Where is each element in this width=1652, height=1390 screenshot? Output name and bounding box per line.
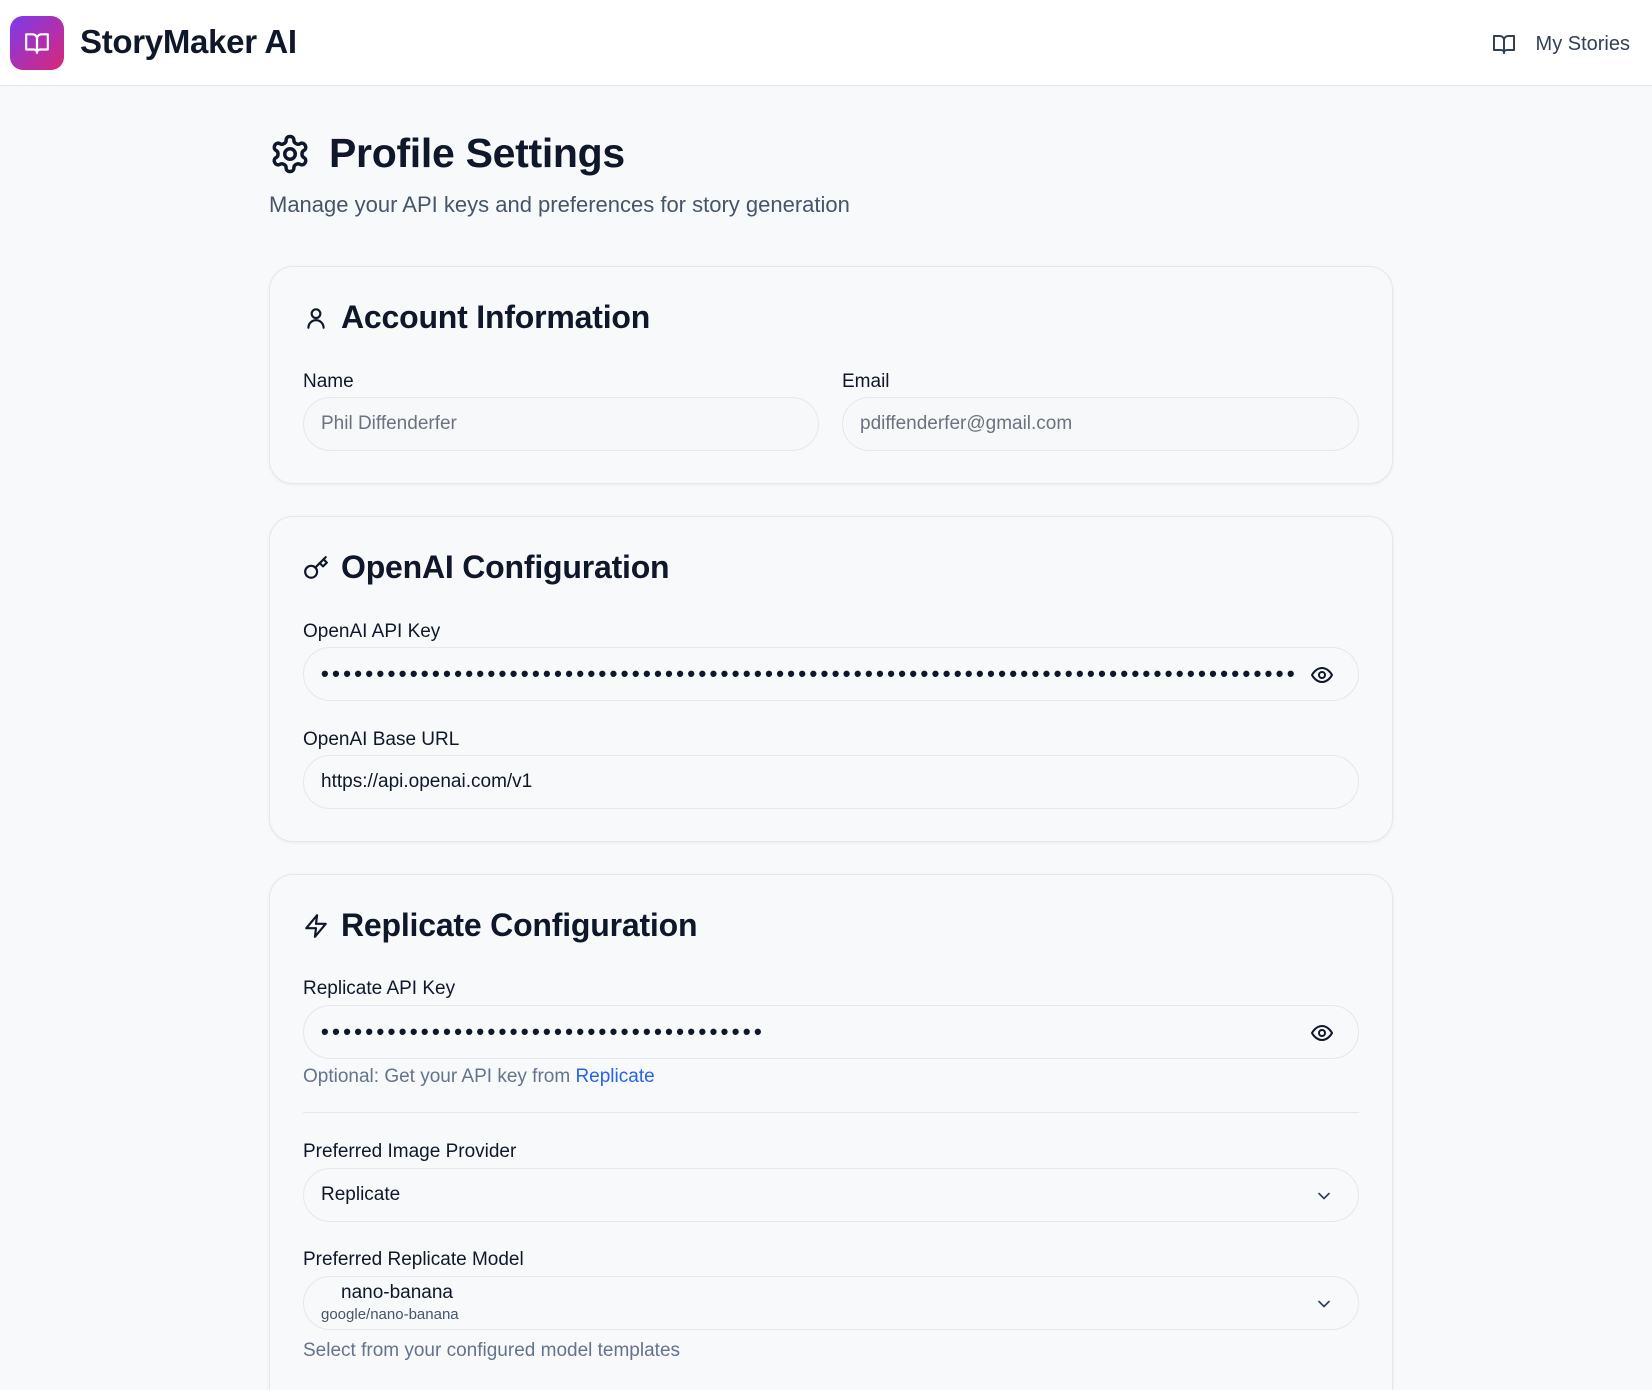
replicate-api-key-label: Replicate API Key xyxy=(303,978,456,999)
openai-api-key-input[interactable]: ••••••••••••••••••••••••••••••••••••••••… xyxy=(303,647,1359,701)
replicate-model-select[interactable]: nano-banana google/nano-banana xyxy=(303,1276,1359,1330)
openai-card: OpenAI Configuration OpenAI API Key ••••… xyxy=(269,516,1393,842)
zap-icon xyxy=(305,913,327,938)
eye-icon[interactable] xyxy=(1310,663,1334,687)
eye-icon[interactable] xyxy=(1310,1021,1334,1045)
key-icon xyxy=(304,555,328,579)
user-icon xyxy=(307,307,325,329)
replicate-api-key-input[interactable]: •••••••••••••••••••••••••••••••••••••••• xyxy=(303,1005,1359,1059)
replicate-card: Replicate Configuration Replicate API Ke… xyxy=(269,874,1393,1390)
openai-api-key-value: ••••••••••••••••••••••••••••••••••••••••… xyxy=(321,661,1298,686)
replicate-model-id: google/nano-banana xyxy=(321,1306,459,1323)
gear-icon xyxy=(272,134,308,173)
openai-card-title: OpenAI Configuration xyxy=(341,549,670,585)
my-stories-label: My Stories xyxy=(1535,32,1630,55)
replicate-model-hint: Select from your configured model templa… xyxy=(303,1340,681,1361)
openai-base-url-input[interactable]: https://api.openai.com/v1 xyxy=(303,755,1359,809)
openai-api-key-label: OpenAI API Key xyxy=(303,621,441,642)
account-card-title: Account Information xyxy=(341,299,651,335)
replicate-model-label: Preferred Replicate Model xyxy=(303,1249,524,1270)
chevron-down-icon xyxy=(1318,1300,1330,1308)
image-provider-label: Preferred Image Provider xyxy=(303,1141,517,1162)
section-divider xyxy=(303,1112,1359,1113)
openai-base-url-label: OpenAI Base URL xyxy=(303,729,460,750)
email-field[interactable]: pdiffenderfer@gmail.com xyxy=(842,397,1359,451)
replicate-api-key-value: •••••••••••••••••••••••••••••••••••••••• xyxy=(321,1019,766,1044)
app-title[interactable]: StoryMaker AI xyxy=(80,23,297,61)
openai-base-url-value: https://api.openai.com/v1 xyxy=(321,771,533,792)
account-card: Account Information Name Phil Diffenderf… xyxy=(269,266,1393,484)
page-title: Profile Settings xyxy=(329,130,625,176)
account-card-header: Account Information xyxy=(303,299,650,336)
chevron-down-icon xyxy=(1318,1192,1330,1200)
book-open-icon xyxy=(25,33,49,54)
replicate-card-title: Replicate Configuration xyxy=(341,907,698,943)
page-subtitle: Manage your API keys and preferences for… xyxy=(269,192,850,217)
replicate-link[interactable]: Replicate xyxy=(575,1066,654,1087)
name-field[interactable]: Phil Diffenderfer xyxy=(303,397,819,451)
page-header: Profile Settings xyxy=(269,130,625,177)
top-bar: StoryMaker AI My Stories xyxy=(0,0,1652,86)
name-value: Phil Diffenderfer xyxy=(321,413,457,434)
replicate-model-name: nano-banana xyxy=(341,1282,453,1303)
book-open-icon xyxy=(1492,35,1515,54)
name-label: Name xyxy=(303,371,354,392)
email-value: pdiffenderfer@gmail.com xyxy=(860,413,1073,434)
replicate-hint-text: Optional: Get your API key from xyxy=(303,1066,576,1087)
replicate-card-header: Replicate Configuration xyxy=(303,907,698,944)
email-label: Email xyxy=(842,371,890,392)
image-provider-value: Replicate xyxy=(321,1184,401,1205)
replicate-api-key-hint: Optional: Get your API key from Replicat… xyxy=(303,1066,655,1088)
image-provider-select[interactable]: Replicate xyxy=(303,1168,1359,1222)
app-logo[interactable] xyxy=(10,16,64,70)
my-stories-link[interactable]: My Stories xyxy=(1492,29,1630,59)
openai-card-header: OpenAI Configuration xyxy=(303,549,670,586)
